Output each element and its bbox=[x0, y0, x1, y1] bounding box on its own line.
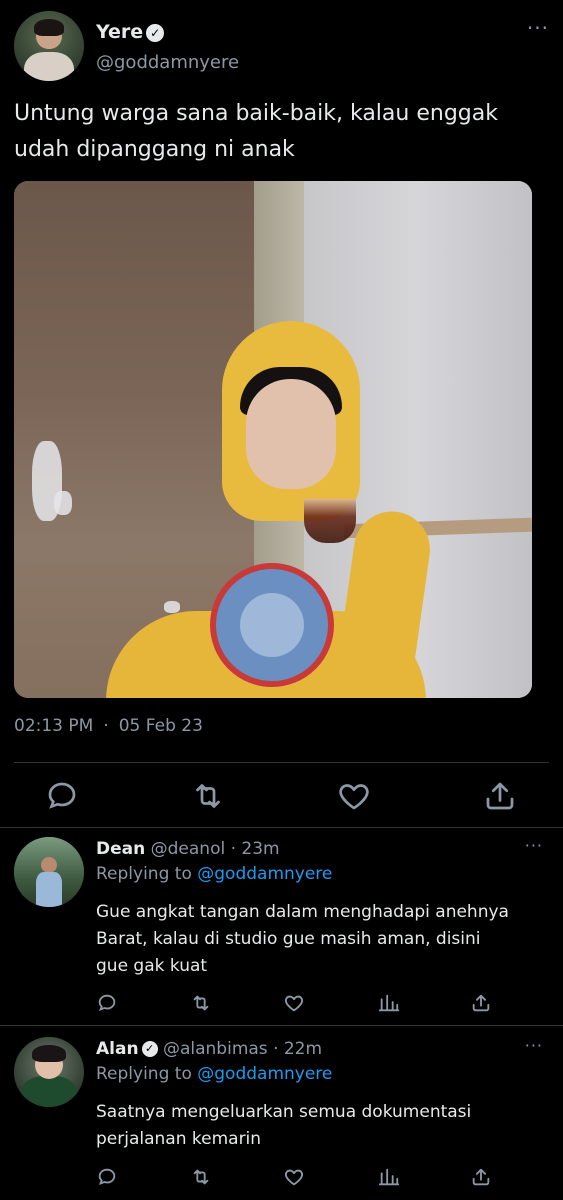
tweet-action-bar bbox=[0, 778, 563, 818]
avatar[interactable] bbox=[14, 837, 84, 907]
more-options-button[interactable]: ··· bbox=[525, 1038, 543, 1054]
avatar[interactable] bbox=[14, 11, 84, 81]
avatar[interactable] bbox=[14, 1037, 84, 1107]
reply-text: Saatnya mengeluarkan semua dokumentasi p… bbox=[96, 1102, 472, 1149]
share-icon bbox=[472, 1168, 490, 1186]
like-button[interactable] bbox=[283, 992, 305, 1014]
reply-action-bar bbox=[96, 992, 516, 1020]
replying-to-label: Replying to bbox=[96, 864, 192, 884]
share-button[interactable] bbox=[470, 1166, 492, 1188]
replying-to-mention[interactable]: @goddamnyere bbox=[197, 864, 332, 884]
retweet-icon bbox=[193, 1169, 209, 1185]
author-handle[interactable]: @goddamnyere bbox=[96, 52, 239, 73]
retweet-icon bbox=[196, 784, 220, 808]
author-display-name[interactable]: Yere bbox=[96, 21, 143, 43]
share-icon bbox=[486, 782, 514, 810]
more-options-button[interactable]: ··· bbox=[527, 18, 549, 38]
tweet-detail-page: Yere ✓ @goddamnyere ··· Untung warga sana… bbox=[0, 0, 563, 1200]
reply-author-line: Alan ✓ @alanbimas · 22m bbox=[96, 1039, 322, 1059]
reply-action-bar bbox=[96, 1166, 516, 1194]
share-button[interactable] bbox=[470, 992, 492, 1014]
verified-badge-icon: ✓ bbox=[141, 1041, 158, 1057]
reply-icon bbox=[98, 1168, 116, 1185]
more-options-button[interactable]: ··· bbox=[525, 838, 543, 854]
heart-icon bbox=[284, 1169, 304, 1186]
retweet-button[interactable] bbox=[190, 992, 212, 1014]
divider bbox=[0, 1025, 563, 1026]
reply-icon bbox=[98, 994, 116, 1011]
replying-to-line: Replying to @goddamnyere bbox=[96, 1064, 332, 1084]
reply-display-name[interactable]: Alan bbox=[96, 1039, 139, 1059]
views-button[interactable] bbox=[378, 1166, 400, 1188]
verified-badge-icon: ✓ bbox=[146, 23, 165, 42]
tweet-timestamp[interactable]: 02:13 PM · 05 Feb 23 bbox=[14, 716, 203, 736]
reply-display-name[interactable]: Dean bbox=[96, 839, 145, 859]
reply-handle[interactable]: @alanbimas bbox=[163, 1039, 268, 1059]
reply-button[interactable] bbox=[96, 1166, 118, 1188]
reply-time[interactable]: · 23m bbox=[231, 839, 280, 859]
author-name-row[interactable]: Yere ✓ bbox=[96, 21, 165, 43]
reply-icon bbox=[48, 782, 76, 809]
reply-button[interactable] bbox=[44, 778, 80, 814]
tweet-photo[interactable] bbox=[14, 181, 532, 698]
tweet-text: Untung warga sana baik-baik, kalau engga… bbox=[14, 101, 498, 162]
heart-icon bbox=[339, 784, 369, 810]
divider bbox=[14, 762, 549, 763]
retweet-button[interactable] bbox=[190, 778, 226, 814]
heart-icon bbox=[284, 995, 304, 1012]
tweet-time: 02:13 PM bbox=[14, 716, 94, 736]
retweet-button[interactable] bbox=[190, 1166, 212, 1188]
reply-handle[interactable]: @deanol bbox=[151, 839, 226, 859]
tweet-author-header: Yere ✓ @goddamnyere ··· bbox=[14, 11, 549, 81]
share-button[interactable] bbox=[482, 778, 518, 814]
reply-button[interactable] bbox=[96, 992, 118, 1014]
reply-text: Gue angkat tangan dalam menghadapi anehn… bbox=[96, 902, 509, 976]
views-icon bbox=[378, 1168, 400, 1186]
replying-to-line: Replying to @goddamnyere bbox=[96, 864, 332, 884]
reply-time[interactable]: · 22m bbox=[273, 1039, 322, 1059]
tweet-date: 05 Feb 23 bbox=[118, 716, 203, 736]
like-button[interactable] bbox=[283, 1166, 305, 1188]
share-icon bbox=[472, 994, 490, 1012]
views-button[interactable] bbox=[378, 992, 400, 1014]
like-button[interactable] bbox=[336, 778, 372, 814]
reply-author-line: Dean @deanol · 23m bbox=[96, 839, 280, 859]
separator-dot: · bbox=[103, 716, 109, 736]
reply-tweet[interactable]: Alan ✓ @alanbimas · 22m ··· Replying to @… bbox=[0, 1027, 563, 1200]
replying-to-label: Replying to bbox=[96, 1064, 192, 1084]
reply-tweet[interactable]: Dean @deanol · 23m ··· Replying to @godd… bbox=[0, 827, 563, 1025]
views-icon bbox=[378, 994, 400, 1012]
replying-to-mention[interactable]: @goddamnyere bbox=[197, 1064, 332, 1084]
retweet-icon bbox=[193, 995, 209, 1011]
